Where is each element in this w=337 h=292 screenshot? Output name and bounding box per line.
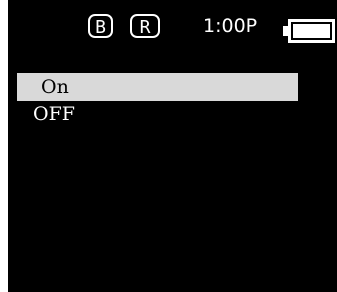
b-status-badge: B <box>88 14 113 38</box>
r-status-badge: R <box>130 14 160 38</box>
battery-body <box>288 19 335 43</box>
battery-level-fill <box>293 24 330 38</box>
clock-time: 1:00P <box>203 15 258 37</box>
battery-full-icon <box>283 19 337 43</box>
device-screen: B R 1:00P On OFF <box>8 0 337 292</box>
menu-item-on[interactable]: On <box>17 73 298 101</box>
menu-item-off[interactable]: OFF <box>17 101 298 127</box>
option-menu: On OFF <box>17 73 298 127</box>
